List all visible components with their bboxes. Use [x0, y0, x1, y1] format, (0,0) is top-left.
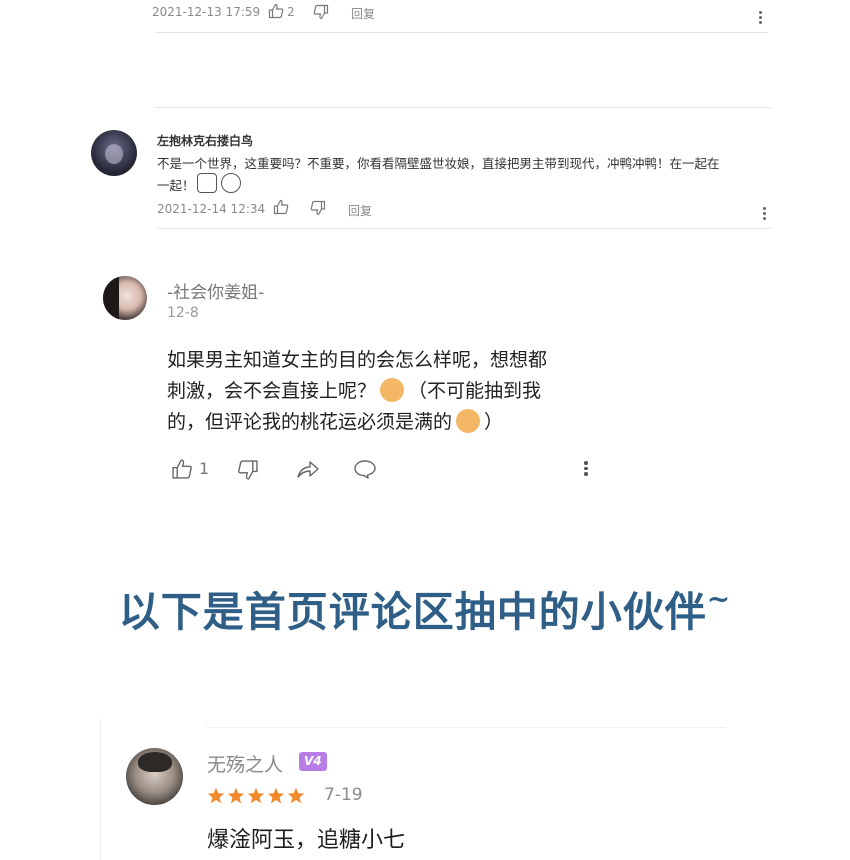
comment-2-timestamp: 2021-12-14 12:34: [157, 202, 266, 216]
comment-2-text-line: 一起！: [157, 178, 195, 193]
smiling-cat-emoji-icon: [220, 173, 241, 193]
star-icon: [227, 787, 245, 803]
divider: [100, 718, 101, 860]
comment-3-text: 如果男主知道女主的目的会怎么样呢，想想都 刺激，会不会直接上呢？ （不可能抽到我 …: [167, 345, 627, 438]
comment-3-text-line: （不可能抽到我: [408, 380, 542, 402]
doge-emoji-icon: [456, 409, 481, 433]
headline-tilde: ~: [706, 582, 732, 615]
reply-link[interactable]: 回复: [348, 202, 372, 219]
headline-text: 以下是首页评论区抽中的小伙伴: [118, 588, 707, 636]
thumbs-down-icon[interactable]: [313, 4, 329, 20]
thumbs-up-icon[interactable]: [268, 3, 284, 19]
comment-3-text-line-2: 刺激，会不会直接上呢？ （不可能抽到我: [167, 376, 627, 407]
star-icon: [287, 787, 305, 803]
share-icon[interactable]: [296, 458, 320, 480]
comment-3-date: 12-8: [167, 305, 199, 321]
comment-3-text-line: 的，但评论我的桃花运必须是满的: [167, 411, 453, 433]
more-icon[interactable]: [584, 461, 588, 478]
comment-3-like-count: 1: [199, 459, 210, 478]
comment-3-text-line: 如果男主知道女主的目的会怎么样呢，想想都: [167, 349, 548, 371]
comment-3-text-line-3: 的，但评论我的桃花运必须是满的 ）: [167, 407, 627, 438]
comment-2-text-line: 不是一个世界，这重要吗？不重要，你看看隔壁盛世妆娘，直接把男主带到现代，冲鸭冲鸭…: [157, 156, 720, 171]
avatar[interactable]: [91, 130, 137, 176]
comment-1-like-count: 2: [287, 5, 295, 19]
comment-4-username[interactable]: 无殇之人: [207, 750, 283, 777]
divider: [155, 107, 772, 108]
divider: [157, 228, 772, 229]
star-icon: [247, 787, 265, 803]
vip-badge: V4: [299, 752, 327, 771]
star-icon: [207, 787, 225, 803]
star-icon: [267, 787, 285, 803]
comment-2-username[interactable]: 左抱林克右搂白鸟: [157, 132, 253, 149]
thumbs-up-icon[interactable]: [171, 458, 193, 480]
avatar[interactable]: [126, 748, 183, 805]
thumbs-down-icon[interactable]: [237, 459, 259, 481]
thumbs-up-icon[interactable]: [273, 199, 289, 215]
comment-3-text-line: ）: [484, 411, 504, 433]
comment-1-timestamp: 2021-12-13 17:59: [152, 5, 261, 19]
reply-link[interactable]: 回复: [351, 5, 375, 22]
divider: [206, 727, 726, 728]
comment-3-username[interactable]: -社会你姜姐-: [167, 278, 264, 303]
more-icon[interactable]: [763, 207, 767, 222]
comment-4-text: 爆淦阿玉，追糖小七: [207, 828, 406, 853]
comment-icon[interactable]: [353, 458, 377, 480]
avatar[interactable]: [103, 276, 147, 320]
comment-3-text-line: 刺激，会不会直接上呢？: [167, 380, 377, 402]
comment-4-date: 7-19: [324, 785, 363, 805]
page-title: 以下是首页评论区抽中的小伙伴~: [0, 578, 850, 638]
comment-2-text-line-2: 一起！: [157, 173, 777, 195]
divider: [155, 32, 768, 33]
rating-stars: [207, 785, 307, 805]
comment-2-text: 不是一个世界，这重要吗？不重要，你看看隔壁盛世妆娘，直接把男主带到现代，冲鸭冲鸭…: [157, 154, 777, 195]
cat-face-emoji-icon: [196, 173, 217, 193]
doge-emoji-icon: [380, 378, 405, 402]
thumbs-down-icon[interactable]: [310, 200, 326, 216]
more-icon[interactable]: [759, 11, 763, 26]
